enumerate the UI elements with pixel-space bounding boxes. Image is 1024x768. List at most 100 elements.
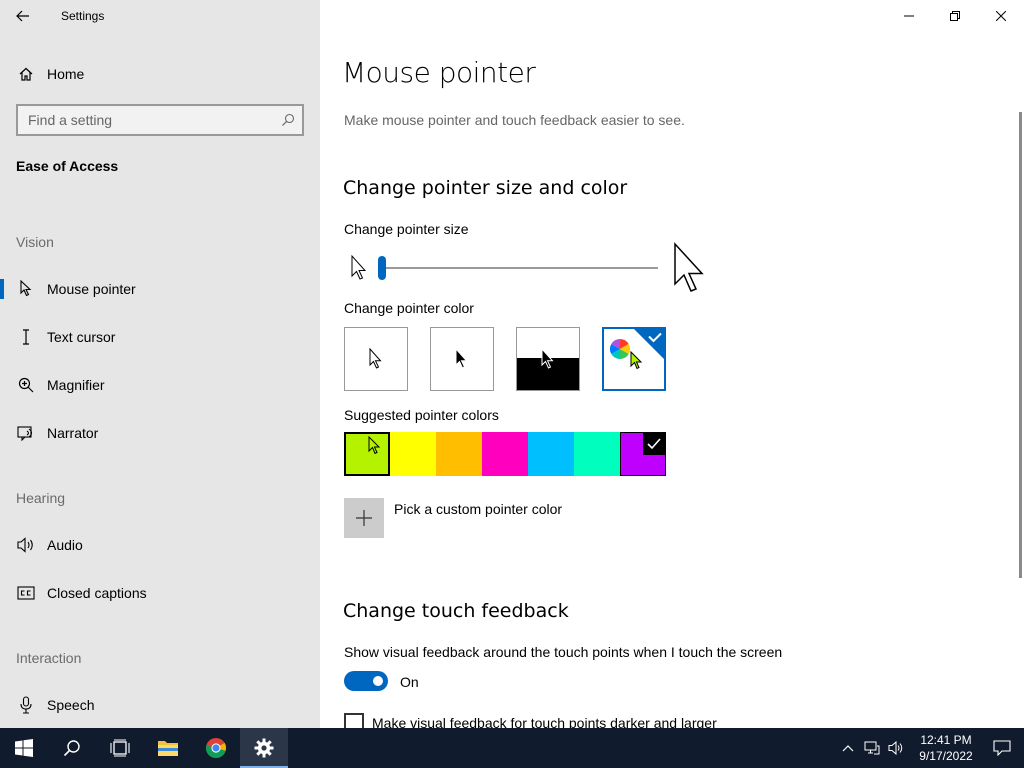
pointer-color-inverted[interactable]: [516, 327, 580, 391]
chrome-icon: [205, 738, 227, 759]
black-pointer-icon: [455, 348, 468, 369]
clock-date: 9/17/2022: [919, 749, 973, 763]
file-explorer-button[interactable]: [144, 728, 192, 768]
search-box[interactable]: [16, 104, 304, 136]
text-cursor-icon: [17, 329, 35, 345]
pointer-color-custom[interactable]: [602, 327, 666, 391]
group-label-interaction: Interaction: [16, 650, 82, 666]
taskbar-search-button[interactable]: [48, 728, 96, 768]
show-hidden-icons-button[interactable]: [836, 728, 860, 768]
custom-color-label: Pick a custom pointer color: [394, 501, 563, 517]
white-pointer-icon: [369, 348, 382, 369]
sidebar-item-audio[interactable]: Audio: [0, 525, 320, 565]
sidebar-item-narrator[interactable]: Narrator: [0, 413, 320, 453]
touch-feedback-heading: Change touch feedback: [343, 600, 569, 622]
slider-thumb[interactable]: [378, 256, 386, 280]
sidebar-item-closed-captions[interactable]: Closed captions: [0, 573, 320, 613]
sidebar-item-speech[interactable]: Speech: [0, 685, 320, 725]
back-button[interactable]: [0, 0, 46, 32]
minimize-icon: [904, 15, 914, 17]
back-arrow-icon: [16, 10, 29, 22]
search-input[interactable]: [18, 106, 274, 134]
large-pointer-icon: [674, 242, 704, 292]
notification-icon: [993, 740, 1011, 756]
settings-icon: [254, 738, 274, 758]
settings-taskbar-button[interactable]: [240, 728, 288, 768]
search-icon[interactable]: [274, 113, 302, 127]
pointer-color-black[interactable]: [430, 327, 494, 391]
slider-track[interactable]: [382, 267, 658, 269]
sidebar-item-label: Narrator: [47, 425, 99, 441]
closed-captions-icon: [17, 586, 35, 600]
suggested-color-lime[interactable]: [344, 432, 390, 476]
touch-feedback-toggle[interactable]: [344, 671, 388, 691]
sidebar-item-label: Closed captions: [47, 585, 147, 601]
group-label-vision: Vision: [16, 234, 54, 250]
system-tray: 12:41 PM 9/17/2022: [836, 728, 1024, 768]
network-button[interactable]: [860, 728, 884, 768]
close-button[interactable]: [978, 0, 1024, 32]
suggested-color-pink[interactable]: [482, 432, 528, 476]
plus-icon: [344, 498, 384, 538]
network-icon: [864, 741, 880, 755]
mouse-pointer-icon: [17, 280, 35, 298]
sidebar-item-label: Text cursor: [47, 329, 116, 345]
microphone-icon: [17, 696, 35, 714]
task-view-icon: [110, 739, 130, 757]
sidebar-item-label: Magnifier: [47, 377, 105, 393]
main-content: Mouse pointer Make mouse pointer and tou…: [320, 0, 1024, 733]
start-button[interactable]: [0, 728, 48, 768]
magnifier-icon: [17, 377, 35, 393]
lime-pointer-icon: [368, 436, 381, 455]
home-label: Home: [47, 66, 85, 82]
restore-button[interactable]: [932, 0, 978, 32]
minimize-button[interactable]: [886, 0, 932, 32]
inverted-pointer-icon: [541, 348, 554, 369]
sidebar-item-label: Mouse pointer: [47, 281, 136, 297]
file-explorer-icon: [158, 741, 178, 756]
pointer-size-label: Change pointer size: [344, 221, 469, 237]
pointer-color-white[interactable]: [344, 327, 408, 391]
page-description: Make mouse pointer and touch feedback ea…: [344, 112, 685, 128]
home-nav-item[interactable]: Home: [0, 56, 320, 92]
section-title: Ease of Access: [16, 158, 119, 174]
title-bar: Settings: [0, 0, 320, 32]
pointer-color-label: Change pointer color: [344, 300, 474, 316]
taskbar: 12:41 PM 9/17/2022: [0, 728, 1024, 768]
suggested-color-aqua[interactable]: [574, 432, 620, 476]
pointer-size-slider[interactable]: [348, 242, 718, 296]
suggested-colors-label: Suggested pointer colors: [344, 407, 499, 423]
speaker-icon: [17, 537, 35, 553]
size-color-heading: Change pointer size and color: [343, 177, 628, 199]
small-pointer-icon: [351, 254, 367, 280]
restore-icon: [950, 11, 960, 21]
window-controls: [886, 0, 1024, 32]
chevron-up-icon: [842, 745, 854, 752]
touch-feedback-description: Show visual feedback around the touch po…: [344, 644, 783, 660]
home-icon: [17, 66, 35, 82]
sidebar-item-magnifier[interactable]: Magnifier: [0, 365, 320, 405]
chrome-button[interactable]: [192, 728, 240, 768]
task-view-button[interactable]: [96, 728, 144, 768]
sidebar-item-mouse-pointer[interactable]: Mouse pointer: [0, 269, 320, 309]
sidebar-item-label: Speech: [47, 697, 95, 713]
suggested-color-orange[interactable]: [436, 432, 482, 476]
sidebar-item-label: Audio: [47, 537, 83, 553]
sidebar-item-text-cursor[interactable]: Text cursor: [0, 317, 320, 357]
suggested-color-sky-blue[interactable]: [528, 432, 574, 476]
purple-check-icon: [643, 433, 665, 455]
clock[interactable]: 12:41 PM 9/17/2022: [912, 732, 980, 764]
custom-color-button[interactable]: Pick a custom pointer color: [344, 498, 562, 538]
start-icon: [15, 739, 33, 757]
page-title: Mouse pointer: [342, 56, 536, 89]
app-title: Settings: [61, 9, 105, 23]
toggle-state-label: On: [400, 674, 419, 690]
search-icon: [63, 740, 80, 757]
group-label-hearing: Hearing: [16, 490, 66, 506]
scrollbar[interactable]: [1019, 112, 1022, 578]
suggested-color-purple[interactable]: [620, 432, 666, 476]
notification-center-button[interactable]: [980, 728, 1024, 768]
close-icon: [996, 11, 1006, 21]
volume-button[interactable]: [884, 728, 908, 768]
suggested-color-yellow[interactable]: [390, 432, 436, 476]
